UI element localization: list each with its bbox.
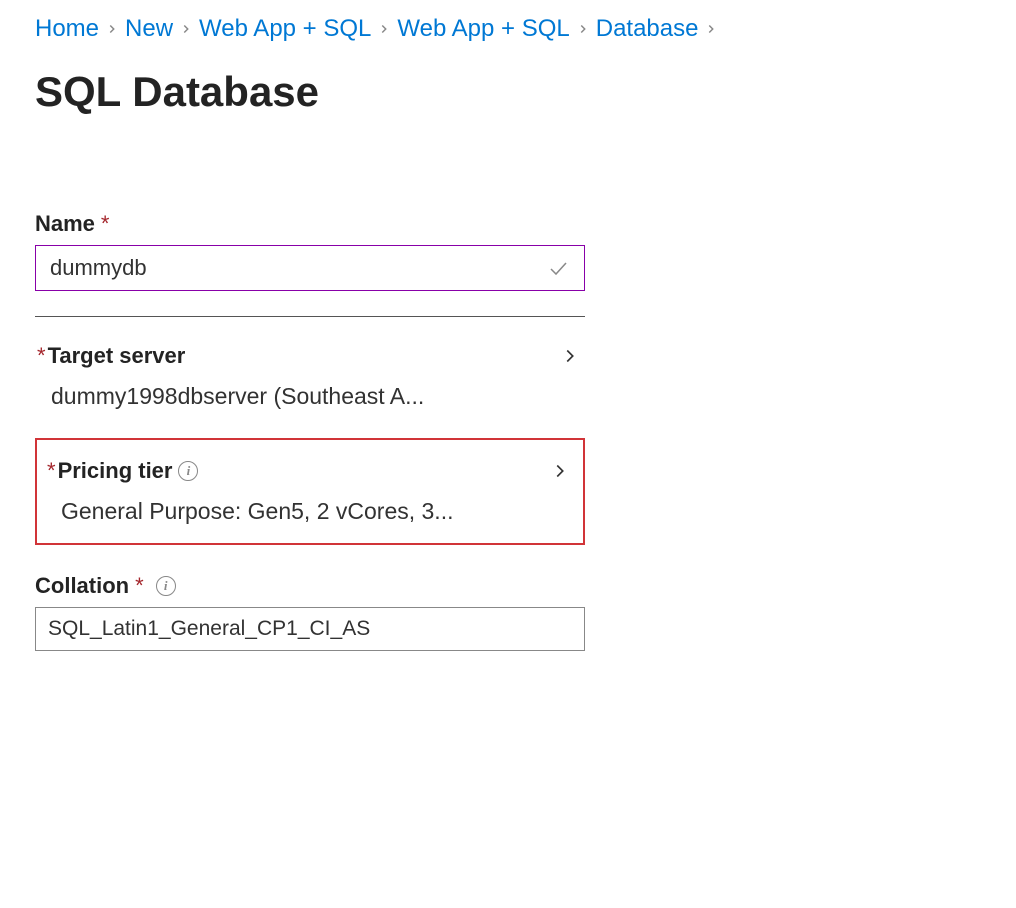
target-server-label: Target server [48,343,186,369]
required-star: * [135,573,144,599]
chevron-right-icon [559,345,583,367]
required-star: * [37,343,46,369]
target-server-selector[interactable]: * Target server dummy1998dbserver (South… [35,337,585,428]
info-icon[interactable]: i [178,461,198,481]
name-label: Name * [35,211,585,237]
required-star: * [47,458,56,484]
breadcrumb-link-home[interactable]: Home [35,15,99,43]
pricing-tier-label: Pricing tier [58,458,173,484]
chevron-right-icon [179,22,193,36]
page-title: SQL Database [35,68,981,116]
target-server-header: * Target server [37,343,583,369]
check-icon [546,256,570,280]
breadcrumb: Home New Web App + SQL Web App + SQL Dat… [35,15,981,43]
breadcrumb-link-database[interactable]: Database [596,15,699,43]
collation-input-wrap[interactable] [35,607,585,651]
name-label-text: Name [35,211,95,237]
required-star: * [101,211,110,237]
target-server-value: dummy1998dbserver (Southeast A... [37,383,583,410]
chevron-right-icon [377,22,391,36]
breadcrumb-link-new[interactable]: New [125,15,173,43]
breadcrumb-link-webapp-sql-1[interactable]: Web App + SQL [199,15,371,43]
name-input[interactable] [50,255,546,281]
chevron-right-icon [105,22,119,36]
collation-label: Collation * i [35,573,585,599]
chevron-right-icon [704,22,718,36]
info-icon[interactable]: i [156,576,176,596]
name-input-wrap[interactable] [35,245,585,291]
divider [35,316,585,317]
target-server-label-row: * Target server [37,343,185,369]
form-area: Name * * Target server dummy1998dbserver… [35,211,585,651]
pricing-tier-value: General Purpose: Gen5, 2 vCores, 3... [47,498,573,525]
chevron-right-icon [549,460,573,482]
collation-input[interactable] [48,617,572,641]
pricing-tier-selector[interactable]: * Pricing tier i General Purpose: Gen5, … [35,438,585,545]
pricing-tier-header: * Pricing tier i [47,458,573,484]
collation-label-text: Collation [35,573,129,599]
pricing-tier-label-row: * Pricing tier i [47,458,198,484]
breadcrumb-link-webapp-sql-2[interactable]: Web App + SQL [397,15,569,43]
chevron-right-icon [576,22,590,36]
